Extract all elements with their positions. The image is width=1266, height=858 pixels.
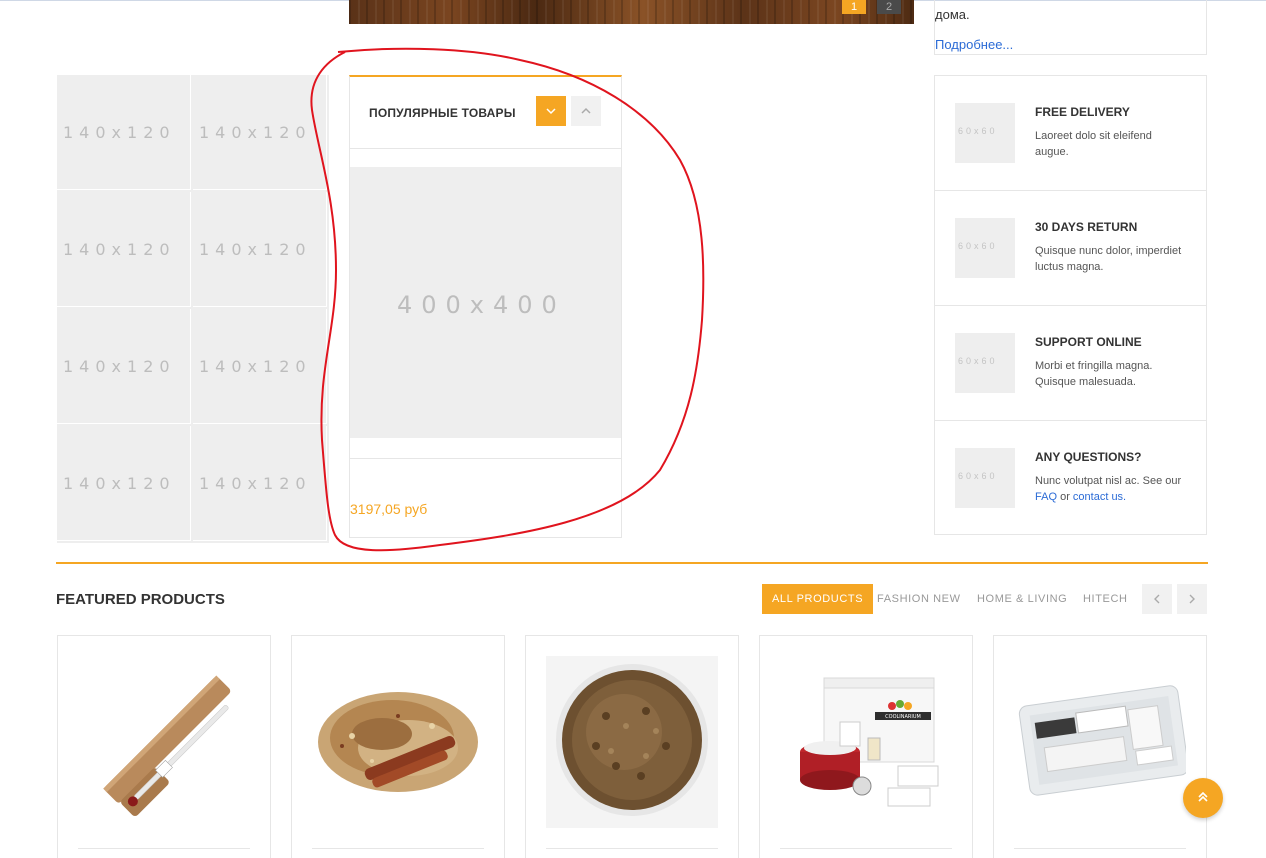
feature-item: 60x60 SUPPORT ONLINE Morbi et fringilla … — [935, 306, 1206, 421]
tab-fashion-new[interactable]: FASHION NEW — [877, 584, 961, 614]
feature-image: 60x60 — [955, 448, 1015, 508]
feature-title: 30 DAYS RETURN — [1035, 220, 1138, 234]
product-card[interactable] — [291, 635, 505, 858]
chevron-left-icon — [1154, 594, 1160, 604]
popular-next-button[interactable] — [571, 96, 601, 126]
feature-desc: Quisque nunc dolor, imperdiet luctus mag… — [1035, 245, 1182, 273]
hydrometer-tube-image — [78, 656, 250, 828]
divider — [546, 848, 718, 849]
contact-link[interactable]: contact us. — [1073, 491, 1126, 503]
featured-next-button[interactable] — [1177, 584, 1207, 614]
double-chevron-up-icon — [1198, 791, 1208, 802]
feature-desc: Nunc volutpat nisl ac. See our FAQ or co… — [1035, 475, 1182, 503]
feature-title: ANY QUESTIONS? — [1035, 450, 1142, 464]
thumbnail[interactable]: 140x120 — [57, 192, 191, 307]
feature-image: 60x60 — [955, 218, 1015, 278]
popular-product-price: 3197,05 руб — [350, 501, 428, 517]
feature-item: 60x60 FREE DELIVERY Laoreet dolo sit ele… — [935, 76, 1206, 191]
thumbnail[interactable]: 140x120 — [57, 75, 191, 190]
feature-desc: Morbi et fringilla magna. Quisque malesu… — [1035, 360, 1153, 388]
thumbnail[interactable]: 140x120 — [193, 426, 327, 541]
popular-product-image[interactable]: 400x400 — [350, 167, 621, 438]
faq-link[interactable]: FAQ — [1035, 491, 1057, 503]
coolinarium-kit-image: COOLINARIUM — [780, 656, 952, 828]
anise-seeds-bowl-image — [546, 656, 718, 828]
slider-page-2[interactable]: 2 — [877, 0, 901, 14]
feature-item: 60x60 ANY QUESTIONS? Nunc volutpat nisl … — [935, 421, 1206, 536]
popular-products-widget: ПОПУЛЯРНЫЕ ТОВАРЫ 400x400 3197,05 руб — [349, 75, 622, 538]
spice-mix-cinnamon-image — [312, 656, 484, 828]
chevron-up-icon — [581, 107, 591, 114]
divider — [780, 848, 952, 849]
thumbnail[interactable]: 140x120 — [193, 192, 327, 307]
feature-image: 60x60 — [955, 333, 1015, 393]
thumbnail[interactable]: 140x120 — [193, 309, 327, 424]
features-column: 60x60 FREE DELIVERY Laoreet dolo sit ele… — [934, 75, 1207, 535]
featured-prev-button[interactable] — [1142, 584, 1172, 614]
product-card[interactable] — [993, 635, 1207, 858]
featured-products-title: FEATURED PRODUCTS — [56, 591, 225, 608]
hero-slider: 1 2 — [349, 0, 914, 24]
feature-desc: Laoreet dolo sit eleifend augue. — [1035, 130, 1152, 158]
popular-products-title: ПОПУЛЯРНЫЕ ТОВАРЫ — [369, 106, 516, 120]
section-divider — [56, 562, 1208, 564]
feature-image: 60x60 — [955, 103, 1015, 163]
divider — [312, 848, 484, 849]
back-to-top-button[interactable] — [1183, 778, 1223, 818]
divider — [350, 458, 621, 459]
feature-title: FREE DELIVERY — [1035, 105, 1130, 119]
divider — [1014, 848, 1186, 849]
slider-page-1[interactable]: 1 — [842, 0, 866, 14]
divider — [350, 148, 621, 149]
divider — [78, 848, 250, 849]
chevron-right-icon — [1189, 594, 1195, 604]
tab-hitech[interactable]: HITECH — [1083, 584, 1128, 614]
popular-prev-button[interactable] — [536, 96, 566, 126]
thumbnail[interactable]: 140x120 — [57, 426, 191, 541]
about-text: дома. — [935, 7, 970, 22]
tab-home-living[interactable]: HOME & LIVING — [977, 584, 1067, 614]
thumbnail[interactable]: 140x120 — [193, 75, 327, 190]
product-card[interactable] — [525, 635, 739, 858]
tab-all-products[interactable]: ALL PRODUCTS — [762, 584, 874, 614]
product-card[interactable]: COOLINARIUM — [759, 635, 973, 858]
more-link[interactable]: Подробнее... — [935, 37, 1013, 52]
thumbnail-grid: 140x120 140x120 140x120 140x120 140x120 … — [57, 75, 329, 543]
feature-title: SUPPORT ONLINE — [1035, 335, 1142, 349]
chevron-down-icon — [546, 108, 556, 115]
svg-text:COOLINARIUM: COOLINARIUM — [885, 714, 921, 720]
product-card[interactable] — [57, 635, 271, 858]
feature-item: 60x60 30 DAYS RETURN Quisque nunc dolor,… — [935, 191, 1206, 306]
wine-kit-bag-image — [1014, 656, 1186, 828]
thumbnail[interactable]: 140x120 — [57, 309, 191, 424]
